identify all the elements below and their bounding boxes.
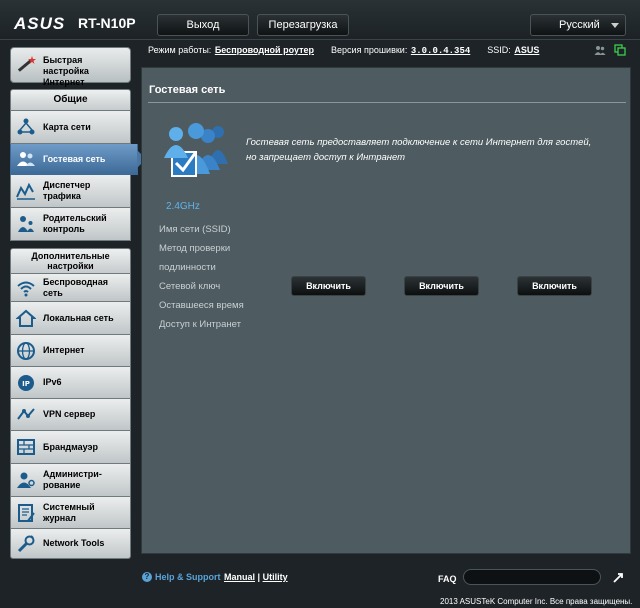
sidebar-item-label: Родительский контроль — [43, 213, 107, 234]
sidebar-item-wireless[interactable]: Беспроводная сеть — [10, 274, 131, 302]
sidebar-item-label: Network Tools — [43, 538, 105, 548]
parental-control-icon — [18, 216, 34, 232]
sidebar-item-label: Локальная сеть — [43, 312, 114, 323]
ssid-value-link[interactable]: ASUS — [514, 45, 539, 55]
help-support-link[interactable]: Help & Support — [155, 572, 221, 582]
sidebar-item-system-log[interactable]: Системный журнал — [10, 497, 131, 529]
manual-utility-links: Manual | Utility — [224, 572, 288, 582]
firewall-icon — [17, 439, 35, 455]
sidebar-item-network-map[interactable]: Карта сети — [10, 111, 131, 144]
sidebar-item-internet[interactable]: Интернет — [10, 335, 131, 367]
network-tools-icon — [17, 534, 35, 552]
utility-link[interactable]: Utility — [263, 572, 288, 582]
system-log-icon — [18, 503, 35, 522]
network-map-icon — [17, 118, 35, 135]
time-remaining-label: Оставшееся время — [159, 300, 244, 311]
enable-button-1[interactable]: Включить — [291, 276, 366, 296]
sidebar-item-label: Диспетчер трафика — [43, 180, 91, 201]
description-line-2: но запрещает доступ к Интранет — [246, 152, 406, 163]
quick-setup-label: Быстрая настройка Интернет — [43, 55, 89, 87]
sidebar-item-parental-control[interactable]: Родительский контроль — [10, 208, 131, 241]
vpn-icon — [17, 407, 35, 420]
sidebar-item-traffic-manager[interactable]: Диспетчер трафика — [10, 175, 131, 208]
sidebar-item-label: Интернет — [43, 345, 85, 355]
sidebar-item-guest-network[interactable]: Гостевая сеть — [10, 144, 146, 175]
sidebar-item-label: Администри-рование — [43, 469, 102, 490]
auth-method-label: Метод проверки — [159, 243, 231, 254]
ssid-label: SSID: — [487, 45, 511, 55]
model-name: RT-N10P — [78, 15, 136, 31]
sidebar-item-lan[interactable]: Локальная сеть — [10, 302, 131, 335]
traffic-manager-icon — [16, 182, 35, 200]
help-icon[interactable]: ? — [142, 572, 152, 582]
reboot-button[interactable]: Перезагрузка — [257, 14, 349, 36]
faq-label: FAQ — [438, 574, 457, 584]
asus-logo: ASUS — [14, 14, 66, 33]
mode-label: Режим работы: — [148, 45, 212, 55]
firmware-label: Версия прошивки: — [331, 45, 408, 55]
lan-icon — [16, 309, 36, 327]
enable-button-2[interactable]: Включить — [404, 276, 479, 296]
network-key-label: Сетевой ключ — [159, 281, 221, 292]
faq-search-input[interactable] — [463, 569, 601, 585]
sidebar-item-label: Гостевая сеть — [43, 153, 106, 164]
firmware-version-link[interactable]: 3.0.0.4.354 — [411, 46, 470, 56]
main-panel: Гостевая сеть Гостевая сеть предоставляе… — [141, 67, 631, 554]
description-line-1: Гостевая сеть предоставляет подключение … — [246, 137, 592, 148]
sidebar-item-network-tools[interactable]: Network Tools — [10, 529, 131, 559]
usb-status-icon[interactable] — [614, 44, 626, 56]
language-value: Русский — [559, 19, 600, 31]
copyright-text: 2013 ASUSTeK Computer Inc. Все права защ… — [440, 597, 633, 606]
ssid-row-label: Имя сети (SSID) — [159, 224, 231, 235]
top-bar: ASUS RT-N10P Выход Перезагрузка Русский — [0, 0, 640, 40]
globe-icon — [17, 341, 35, 360]
ipv6-icon: IP — [18, 374, 34, 391]
enable-button-3[interactable]: Включить — [517, 276, 592, 296]
sidebar-item-label: IPv6 — [43, 377, 62, 387]
band-label: 2.4GHz — [166, 201, 200, 212]
quick-internet-setup-button[interactable]: Быстрая настройка Интернет — [10, 47, 131, 87]
title-divider — [148, 102, 626, 103]
status-line: Режим работы: Беспроводной роутер Версия… — [148, 45, 540, 59]
sidebar-item-label: Беспроводная сеть — [43, 276, 108, 298]
sidebar-item-ipv6[interactable]: IP IPv6 — [10, 367, 131, 399]
magic-wand-icon — [18, 56, 36, 72]
sidebar-item-vpn[interactable]: VPN сервер — [10, 399, 131, 431]
logout-button[interactable]: Выход — [157, 14, 249, 36]
guest-network-icon — [17, 152, 35, 166]
link-separator: | — [257, 572, 261, 582]
sidebar-item-firewall[interactable]: Брандмауэр — [10, 431, 131, 464]
chevron-down-icon — [611, 23, 619, 28]
general-section-header: Общие — [10, 89, 131, 111]
mode-value-link[interactable]: Беспроводной роутер — [215, 45, 314, 55]
sidebar-item-administration[interactable]: Администри-рование — [10, 464, 131, 497]
clients-icon[interactable] — [594, 44, 606, 56]
manual-link[interactable]: Manual — [224, 572, 255, 582]
search-go-icon[interactable] — [612, 570, 626, 584]
sidebar-item-label: Брандмауэр — [43, 441, 99, 452]
page-title: Гостевая сеть — [149, 84, 226, 96]
admin-icon — [17, 472, 35, 488]
intranet-access-label: Доступ к Интранет — [159, 319, 241, 330]
advanced-section-header: Дополнительные настройки — [10, 248, 131, 274]
sidebar-item-label: Карта сети — [43, 121, 91, 132]
guest-network-description: Гостевая сеть предоставляет подключение … — [246, 135, 616, 165]
sidebar-item-label: VPN сервер — [43, 409, 96, 419]
svg-text:IP: IP — [22, 380, 30, 388]
language-select[interactable]: Русский — [530, 14, 626, 36]
guest-network-illustration-icon — [164, 123, 228, 177]
sidebar-item-label: Системный журнал — [43, 501, 95, 523]
auth-method-label-cont: подлинности — [159, 262, 216, 273]
wireless-icon — [17, 281, 35, 296]
